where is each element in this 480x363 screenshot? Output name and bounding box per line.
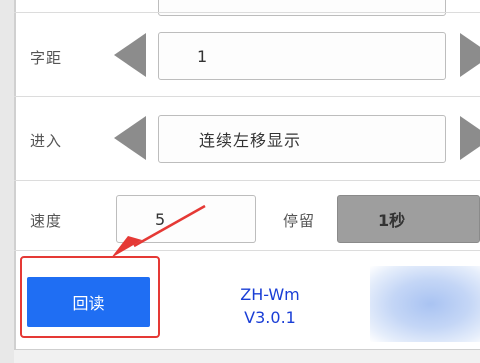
app-version-info: ZH-Wm V3.0.1: [225, 283, 315, 329]
app-name: ZH-Wm: [240, 285, 300, 304]
app-version: V3.0.1: [244, 308, 296, 327]
annotation-highlight-box: [20, 256, 160, 338]
blurred-region: [370, 266, 480, 342]
window-bottom-edge: [14, 349, 480, 363]
